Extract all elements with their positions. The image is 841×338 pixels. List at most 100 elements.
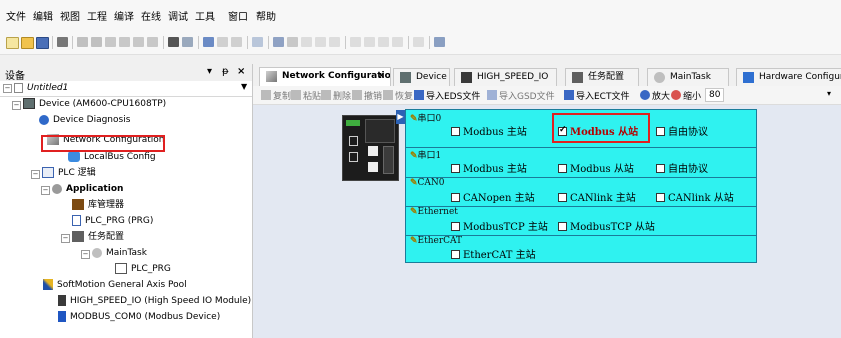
menu-tools[interactable]: 工具 bbox=[195, 8, 215, 23]
step-out-icon[interactable] bbox=[378, 37, 389, 47]
tab-device[interactable]: Device bbox=[393, 68, 450, 86]
new-project-icon[interactable] bbox=[6, 37, 19, 49]
print-icon[interactable] bbox=[57, 37, 68, 47]
tab-task-config[interactable]: 任务配置 bbox=[565, 68, 639, 86]
replace-icon[interactable] bbox=[182, 37, 193, 47]
undo-icon[interactable] bbox=[77, 37, 88, 47]
collapse-icon[interactable]: − bbox=[41, 186, 50, 195]
save-icon[interactable] bbox=[36, 37, 49, 49]
collapse-icon[interactable]: − bbox=[31, 170, 40, 179]
menu-view[interactable]: 视图 bbox=[60, 8, 80, 23]
menu-build[interactable]: 编译 bbox=[114, 8, 134, 23]
checkbox[interactable] bbox=[451, 164, 460, 173]
checkbox[interactable] bbox=[558, 222, 567, 231]
open-project-icon[interactable] bbox=[21, 37, 34, 49]
option-serial1-modbus-master[interactable]: Modbus 主站 bbox=[451, 160, 527, 175]
help-icon[interactable] bbox=[434, 37, 445, 47]
zoom-out-button[interactable]: 缩小 bbox=[671, 89, 701, 102]
tree-item-modbus-com0[interactable]: MODBUS_COM0 (Modbus Device) bbox=[58, 310, 220, 324]
import-ect-button[interactable]: 导入ECT文件 bbox=[564, 89, 629, 102]
checkbox[interactable] bbox=[451, 193, 460, 202]
step-over-icon[interactable] bbox=[350, 37, 361, 47]
import-gsd-button[interactable]: 导入GSD文件 bbox=[487, 89, 555, 102]
option-serial0-modbus-master[interactable]: Modbus 主站 bbox=[451, 123, 527, 138]
expand-arrow-icon[interactable]: ▶ bbox=[396, 110, 405, 124]
checkbox[interactable] bbox=[656, 164, 665, 173]
checkbox[interactable] bbox=[451, 127, 460, 136]
copy-button[interactable]: 复制 bbox=[261, 89, 291, 102]
option-serial0-free-protocol[interactable]: 自由协议 bbox=[656, 123, 708, 138]
tab-high-speed-io[interactable]: HIGH_SPEED_IO bbox=[454, 68, 557, 86]
stop-icon[interactable] bbox=[315, 37, 326, 47]
add-folder-icon[interactable] bbox=[231, 37, 242, 47]
option-can0-canopen-master[interactable]: CANopen 主站 bbox=[451, 189, 535, 204]
import-eds-button[interactable]: 导入EDS文件 bbox=[414, 89, 480, 102]
collapse-icon[interactable]: − bbox=[3, 84, 12, 93]
tree-item-application[interactable]: Application bbox=[52, 182, 123, 196]
tab-network-configuration[interactable]: Network Configuration × bbox=[259, 67, 391, 86]
menu-file[interactable]: 文件 bbox=[6, 8, 26, 23]
option-ethernet-modbustcp-slave[interactable]: ModbusTCP 从站 bbox=[558, 218, 655, 233]
checkbox[interactable] bbox=[656, 127, 665, 136]
pin-icon[interactable]: ᵽ bbox=[222, 66, 229, 77]
menu-help[interactable]: 帮助 bbox=[256, 8, 276, 23]
breakpoint-icon[interactable] bbox=[392, 37, 403, 47]
paste-button[interactable]: 粘贴 bbox=[291, 89, 321, 102]
pane-menu-icon[interactable]: ▾ bbox=[207, 66, 212, 77]
build-icon[interactable] bbox=[203, 37, 214, 47]
option-ethernet-modbustcp-master[interactable]: ModbusTCP 主站 bbox=[451, 218, 548, 233]
run-icon[interactable] bbox=[301, 37, 312, 47]
tab-maintask[interactable]: MainTask bbox=[647, 68, 729, 86]
zoom-in-button[interactable]: 放大 bbox=[640, 89, 670, 102]
tree-item-axis-pool[interactable]: SoftMotion General Axis Pool bbox=[43, 278, 187, 292]
cut-icon[interactable] bbox=[105, 37, 116, 47]
zoom-dropdown-icon[interactable]: ▾ bbox=[827, 89, 831, 98]
tree-item-maintask[interactable]: MainTask bbox=[92, 246, 147, 260]
tree-item-plc-prg[interactable]: PLC_PRG (PRG) bbox=[72, 214, 153, 228]
logout-icon[interactable] bbox=[287, 37, 298, 47]
tab-hardware-configuration[interactable]: Hardware Configurat bbox=[736, 68, 841, 86]
login-icon[interactable] bbox=[273, 37, 284, 47]
menu-debug[interactable]: 调试 bbox=[168, 8, 188, 23]
checkbox[interactable] bbox=[558, 164, 567, 173]
checkbox[interactable] bbox=[656, 193, 665, 202]
zoom-level-field[interactable]: 80 bbox=[705, 88, 725, 102]
checkbox[interactable] bbox=[451, 250, 460, 259]
collapse-icon[interactable]: − bbox=[61, 234, 70, 243]
tree-item-localbus-config[interactable]: LocalBus Config bbox=[68, 150, 156, 164]
tree-item-high-speed-io[interactable]: HIGH_SPEED_IO (High Speed IO Module) bbox=[58, 294, 251, 308]
delete-button[interactable]: 删除 bbox=[321, 89, 351, 102]
redo-button[interactable]: 恢复 bbox=[383, 89, 413, 102]
add-object-icon[interactable] bbox=[217, 37, 228, 47]
reset-icon[interactable] bbox=[329, 37, 340, 47]
tree-item-device-diagnosis[interactable]: Device Diagnosis bbox=[39, 113, 130, 127]
tree-item-plc-prg-call[interactable]: PLC_PRG bbox=[115, 262, 171, 276]
delete-icon[interactable] bbox=[147, 37, 158, 47]
menu-edit[interactable]: 编辑 bbox=[33, 8, 53, 23]
option-ethercat-master[interactable]: EtherCAT 主站 bbox=[451, 246, 536, 261]
collapse-icon[interactable]: − bbox=[81, 250, 90, 259]
menu-online[interactable]: 在线 bbox=[141, 8, 161, 23]
option-serial1-modbus-slave[interactable]: Modbus 从站 bbox=[558, 160, 634, 175]
copy-icon[interactable] bbox=[119, 37, 130, 47]
option-serial1-free-protocol[interactable]: 自由协议 bbox=[656, 160, 708, 175]
redo-icon[interactable] bbox=[91, 37, 102, 47]
tree-item-task-config[interactable]: 任务配置 bbox=[72, 230, 124, 244]
find-icon[interactable] bbox=[168, 37, 179, 47]
tree-item-plc-logic[interactable]: PLC 逻辑 bbox=[42, 166, 96, 180]
collapse-icon[interactable]: − bbox=[12, 101, 21, 110]
step-into-icon[interactable] bbox=[364, 37, 375, 47]
close-tab-icon[interactable]: × bbox=[377, 68, 385, 85]
paste-icon[interactable] bbox=[133, 37, 144, 47]
undo-button[interactable]: 撤销 bbox=[352, 89, 382, 102]
tree-item-device[interactable]: Device (AM600-CPU1608TP) bbox=[23, 97, 166, 111]
option-can0-canlink-master[interactable]: CANlink 主站 bbox=[558, 189, 636, 204]
monitor-icon[interactable] bbox=[252, 37, 263, 47]
close-icon[interactable]: × bbox=[237, 66, 245, 77]
option-can0-canlink-slave[interactable]: CANlink 从站 bbox=[656, 189, 734, 204]
tree-item-project[interactable]: Untitled1 bbox=[14, 81, 68, 95]
menu-project[interactable]: 工程 bbox=[87, 8, 107, 23]
dropdown-arrow-icon[interactable]: ▼ bbox=[241, 82, 247, 91]
menu-window[interactable]: 窗口 bbox=[228, 8, 248, 23]
checkbox[interactable] bbox=[558, 193, 567, 202]
